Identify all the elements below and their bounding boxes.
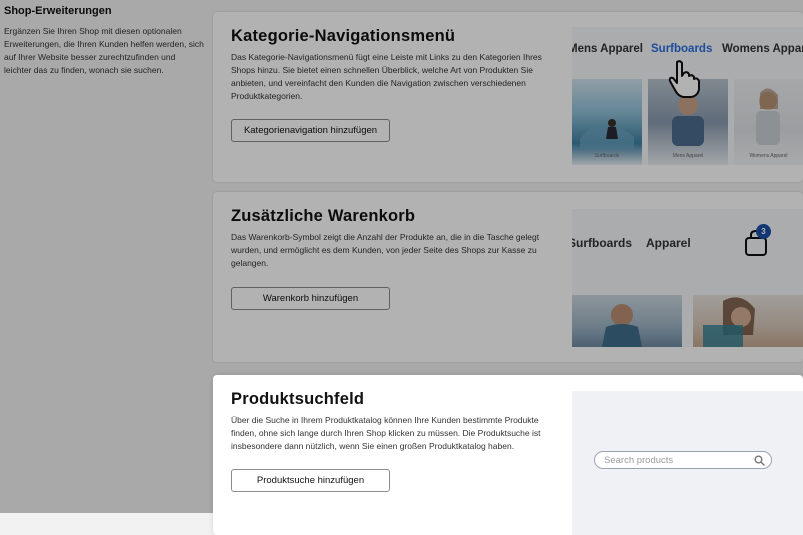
card-category-navigation: Kategorie-Navigationsmenü Das Kategorie-…	[213, 12, 803, 182]
search-field[interactable]	[594, 451, 772, 469]
card-title: Zusätzliche Warenkorb	[231, 207, 416, 225]
hand-pointer-icon	[668, 60, 700, 98]
search-input[interactable]	[604, 454, 744, 466]
add-cart-button[interactable]: Warenkorb hinzufügen	[231, 287, 390, 310]
preview-nav-item: Apparel	[646, 236, 691, 250]
surfboards-thumbnail	[572, 295, 682, 347]
sidebar-description: Ergänzen Sie Ihren Shop mit diesen optio…	[4, 26, 204, 75]
preview-nav-item: Surfboards	[572, 236, 633, 250]
thumbnail-caption: Surfboards	[594, 153, 620, 159]
woman-image	[703, 297, 755, 347]
womens-apparel-thumbnail: Womens Apparel	[734, 79, 803, 165]
surfboards-thumbnail: Surfboards	[572, 79, 642, 165]
card-description: Über die Suche in Ihrem Produktkatalog k…	[231, 415, 541, 451]
thumbnail-caption: Mens Apparel	[672, 153, 704, 159]
sidebar: Shop-Erweiterungen Ergänzen Sie Ihren Sh…	[4, 5, 204, 77]
preview-nav-item: Womens Apparel	[722, 43, 803, 55]
preview-nav-item: Mens Apparel	[572, 43, 643, 55]
apparel-thumbnail	[693, 295, 803, 347]
cart-preview: Surfboards Apparel 3	[572, 209, 803, 347]
card-product-search: Produktsuchfeld Über die Suche in Ihrem …	[213, 375, 803, 535]
card-cart: Zusätzliche Warenkorb Das Warenkorb-Symb…	[213, 192, 803, 362]
preview-nav-item-active: Surfboards	[651, 43, 713, 55]
card-description: Das Warenkorb-Symbol zeigt die Anzahl de…	[231, 232, 540, 268]
card-description: Das Kategorie-Navigationsmenü fügt eine …	[231, 52, 542, 101]
cart-count-badge: 3	[756, 224, 771, 239]
category-navigation-preview: Mens Apparel Surfboards Womens Apparel S…	[572, 27, 803, 165]
man-image	[602, 304, 642, 347]
card-title: Kategorie-Navigationsmenü	[231, 27, 456, 45]
card-title: Produktsuchfeld	[231, 390, 365, 408]
product-search-preview	[572, 391, 803, 535]
thumbnail-caption: Womens Apparel	[749, 153, 788, 159]
add-product-search-button[interactable]: Produktsuche hinzufügen	[231, 469, 390, 492]
magnifier-icon[interactable]	[754, 455, 765, 466]
sidebar-title: Shop-Erweiterungen	[4, 5, 112, 17]
add-category-navigation-button[interactable]: Kategorienavigation hinzufügen	[231, 119, 390, 142]
